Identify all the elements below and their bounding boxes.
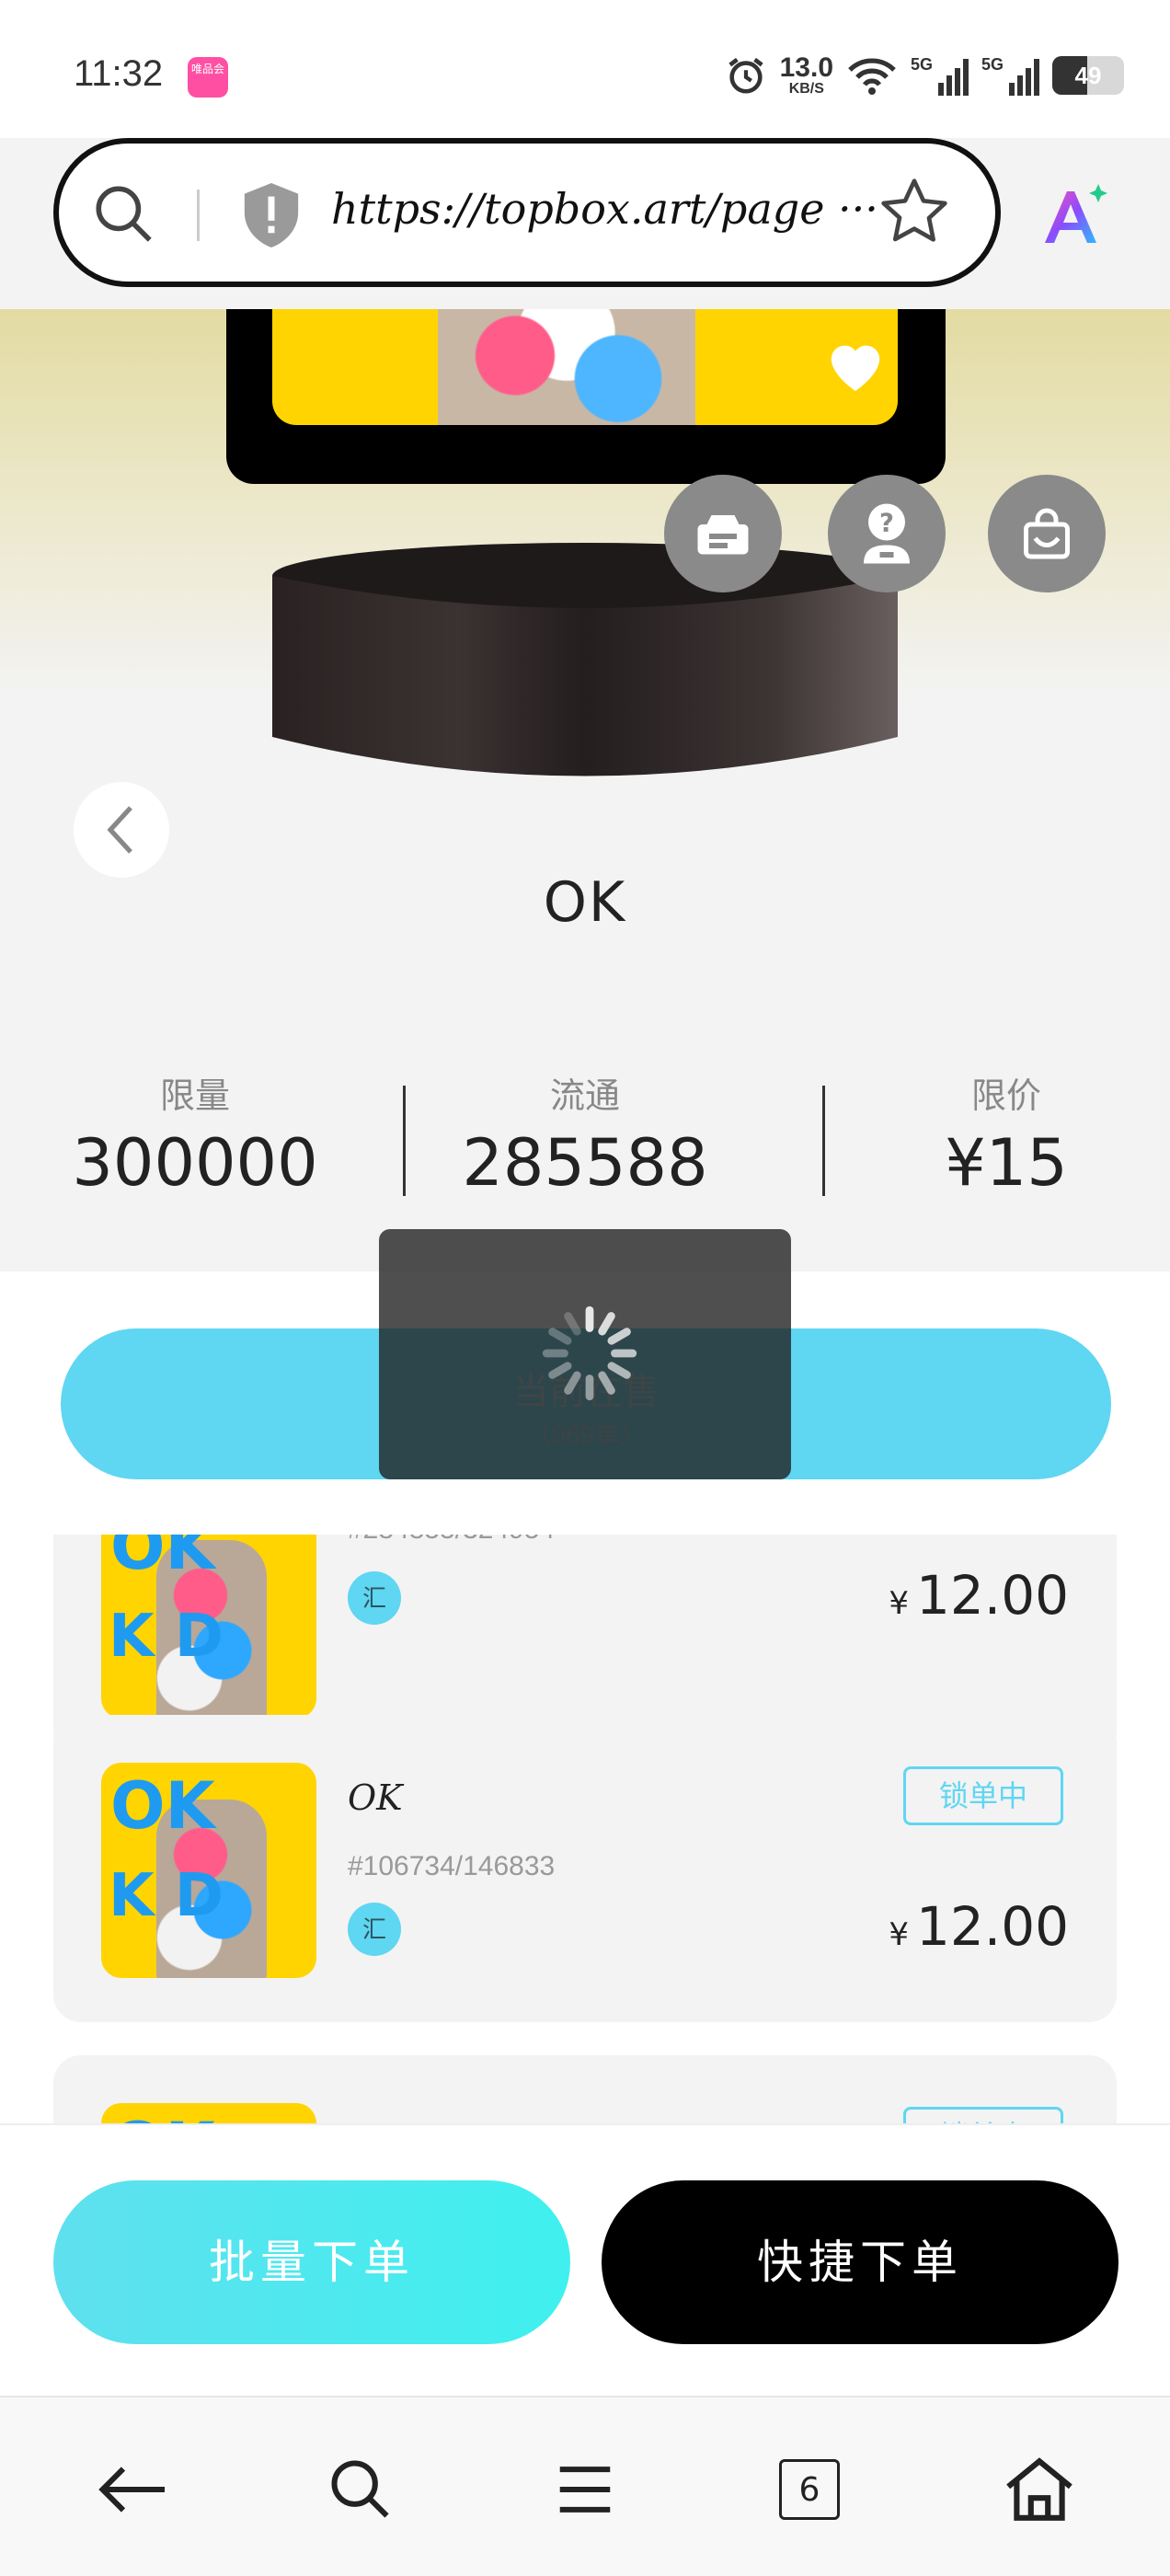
listing-id: #284855/324954 [348, 1535, 555, 1546]
net-speed-unit: KB/S [788, 81, 824, 97]
stat-label: 流通 [549, 1075, 620, 1116]
heart-icon[interactable] [822, 335, 889, 394]
document-icon [697, 515, 749, 555]
lock-status-badge: 锁单中 [903, 1766, 1063, 1825]
stat-limit: 限量 300000 [57, 1067, 333, 1201]
tabs-icon: 6 [779, 2459, 840, 2520]
search-icon[interactable] [90, 180, 158, 248]
thumb-text: OK [110, 1535, 215, 1584]
lock-bag-button[interactable] [988, 475, 1106, 592]
list-item[interactable]: OK 锁单中 [53, 2055, 1117, 2123]
listing-list[interactable]: OK K D #284855/324954 汇 ¥12.00 OK K D OK… [0, 1535, 1170, 2123]
status-icons: 13.0 KB/S 5G 5G 49 [725, 48, 1124, 103]
battery-icon: 49 [1052, 56, 1124, 95]
status-bar: 11:32 唯品会 13.0 KB/S 5G 5G 49 [0, 0, 1170, 138]
stat-value: ¥15 [945, 1125, 1068, 1201]
battery-level: 49 [1074, 62, 1102, 89]
address-divider [197, 190, 200, 241]
stat-value: 300000 [72, 1125, 318, 1201]
signal-1-label: 5G [911, 55, 934, 74]
stat-divider [403, 1086, 406, 1196]
exchange-badge: 汇 [348, 1571, 401, 1625]
batch-order-button[interactable]: 批量下单 [53, 2180, 570, 2344]
price-value: 12.00 [915, 1564, 1069, 1627]
listing-name: OK [348, 1777, 403, 1818]
lock-status-badge: 锁单中 [903, 2107, 1063, 2123]
list-item[interactable]: OK K D OK #106734/146833 汇 锁单中 ¥12.00 [53, 1715, 1117, 2022]
help-user-icon: ? [864, 503, 910, 564]
browser-nav-bar: 6 [0, 2396, 1170, 2576]
currency-symbol: ¥ [889, 1585, 909, 1622]
thumb-text: K D [109, 1862, 224, 1930]
listing-thumbnail: OK [101, 2103, 316, 2123]
product-title: OK [543, 870, 627, 935]
signal-2-label: 5G [981, 55, 1004, 74]
nav-search-button[interactable] [324, 2453, 397, 2526]
signal-1-icon: 5G [911, 55, 969, 96]
stat-label: 限价 [970, 1075, 1041, 1116]
thumb-text: K D [109, 1603, 224, 1671]
address-bar[interactable]: https://topbox.art/page ··· [53, 138, 1001, 287]
shield-warning-icon[interactable] [239, 180, 304, 250]
pedestal-image [272, 543, 898, 776]
stat-circulation: 流通 285588 [447, 1067, 723, 1201]
order-action-bar: 批量下单 快捷下单 [0, 2123, 1170, 2396]
signal-2-icon: 5G [981, 55, 1039, 96]
menu-icon [559, 2467, 611, 2513]
svg-text:?: ? [879, 509, 894, 538]
artwork-image [272, 309, 898, 425]
listing-price: ¥12.00 [889, 1895, 1069, 1958]
app-notification-icon: 唯品会 [188, 57, 228, 98]
nav-menu-button[interactable] [548, 2453, 622, 2526]
nav-back-button[interactable] [96, 2453, 169, 2526]
star-icon[interactable] [878, 175, 951, 248]
back-arrow-icon [98, 2467, 165, 2513]
back-button[interactable] [74, 782, 169, 878]
loading-spinner-icon [542, 1305, 637, 1401]
nav-home-button[interactable] [1003, 2453, 1076, 2526]
status-time: 11:32 [74, 53, 164, 94]
listing-thumbnail: OK K D [101, 1535, 316, 1719]
stat-label: 限量 [159, 1075, 230, 1116]
net-speed-value: 13.0 [779, 52, 833, 83]
search-icon [331, 2460, 389, 2518]
stat-divider [822, 1086, 825, 1196]
nav-tabs-button[interactable]: 6 [773, 2453, 846, 2526]
tabs-count: 6 [798, 2470, 820, 2509]
ai-assistant-icon[interactable] [1038, 180, 1111, 254]
chevron-left-icon [107, 806, 132, 854]
thumb-text: OK [110, 2109, 215, 2123]
lock-bag-icon [1024, 508, 1070, 559]
net-speed: 13.0 KB/S [780, 54, 833, 97]
exchange-badge: 汇 [348, 1903, 401, 1956]
thumb-text: OK [110, 1768, 215, 1844]
listing-thumbnail: OK K D [101, 1763, 316, 1978]
price-value: 12.00 [915, 1895, 1069, 1958]
url-text[interactable]: https://topbox.art/page ··· [331, 184, 878, 234]
alarm-icon [728, 57, 763, 94]
wifi-icon [848, 58, 896, 95]
home-icon [1006, 2457, 1072, 2521]
document-button[interactable] [664, 475, 782, 592]
listing-id: #106734/146833 [348, 1851, 556, 1881]
stat-price-limit: 限价 ¥15 [868, 1067, 1144, 1201]
stat-value: 285588 [462, 1125, 708, 1201]
quick-order-button[interactable]: 快捷下单 [602, 2180, 1118, 2344]
loading-overlay [379, 1229, 791, 1479]
currency-symbol: ¥ [889, 1916, 909, 1953]
listing-price: ¥12.00 [889, 1564, 1069, 1627]
help-button[interactable]: ? [828, 475, 946, 592]
